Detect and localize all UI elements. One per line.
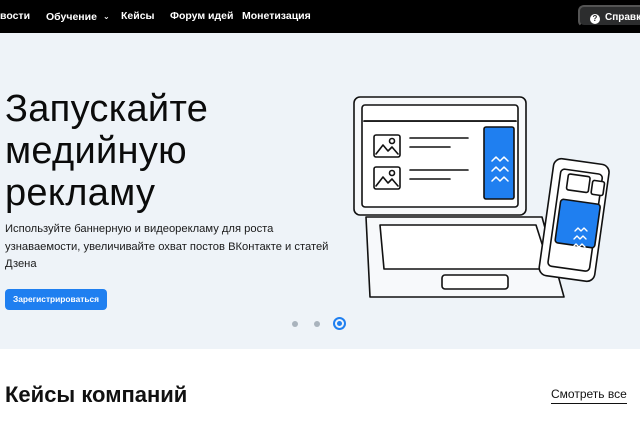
hero-title-line: рекламу (5, 172, 156, 214)
hero-description: Используйте баннерную и видеорекламу для… (5, 223, 329, 270)
laptop-phone-illustration (353, 96, 610, 298)
nav-item-news[interactable]: вости (0, 0, 30, 33)
nav-item-monetization[interactable]: Монетизация (242, 0, 311, 33)
carousel-dot-1[interactable] (292, 321, 298, 327)
help-button-label: Справка (605, 12, 640, 23)
nav-item-learning-label: Обучение (46, 11, 97, 23)
hero-title: Запускайте медийную рекламу (5, 88, 208, 214)
laptop-illustration (353, 96, 565, 298)
register-button[interactable]: Зарегистрироваться (5, 289, 107, 310)
top-navigation: вости Обучение ⌄ Кейсы Форум идей Монетиз… (0, 0, 640, 33)
see-all-cases-link[interactable]: Смотреть все (551, 386, 627, 404)
cases-section-title: Кейсы компаний (5, 382, 188, 407)
phone-illustration (538, 157, 610, 283)
nav-item-ideas-forum[interactable]: Форум идей (170, 0, 233, 33)
carousel-dot-3-active[interactable] (333, 317, 346, 330)
question-icon: ? (590, 14, 600, 24)
nav-item-learning[interactable]: Обучение ⌄ (46, 0, 110, 33)
hero-title-line: медийную (5, 130, 187, 172)
chevron-down-icon: ⌄ (102, 12, 110, 21)
carousel-dot-2[interactable] (314, 321, 320, 327)
help-button[interactable]: ? Справка (578, 5, 640, 27)
nav-item-cases[interactable]: Кейсы (121, 0, 155, 33)
hero-title-line: Запускайте (5, 88, 209, 130)
hero-banner: Запускайте медийную рекламу Используйте … (0, 33, 640, 349)
